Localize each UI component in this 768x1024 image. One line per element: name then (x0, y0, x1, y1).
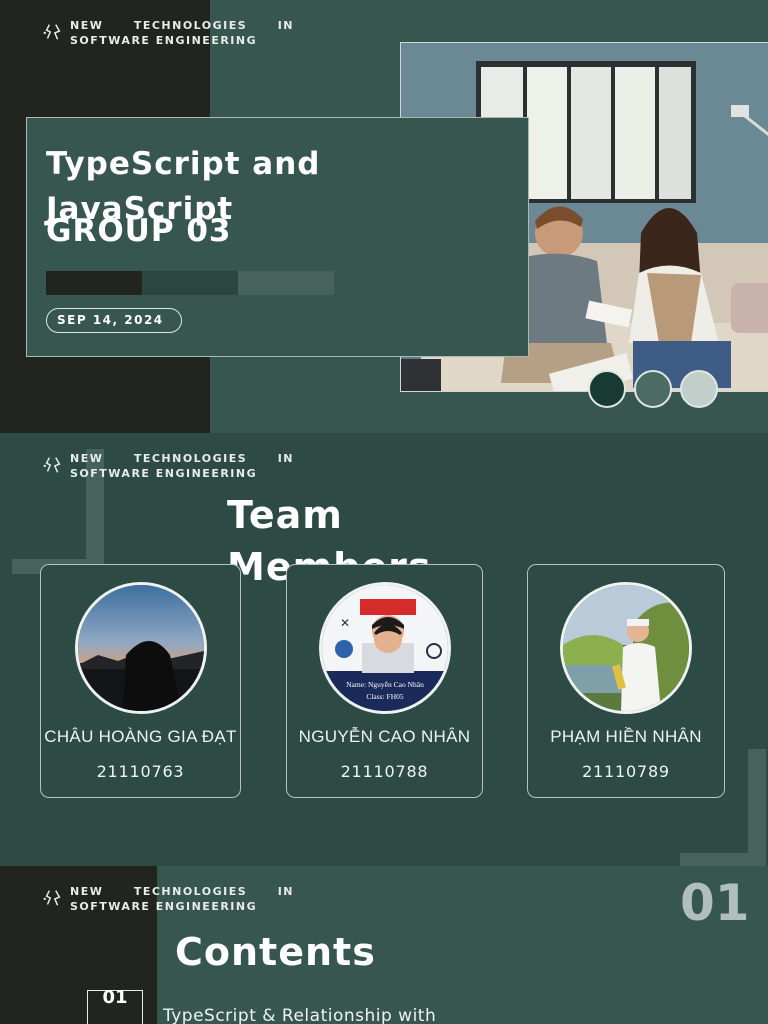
contents-item-text: TypeScript & Relationship with (163, 1006, 437, 1024)
accent-bar (238, 271, 334, 295)
accent-bars (46, 271, 334, 295)
member-card: PHẠM HIỀN NHÂN 21110789 (527, 564, 725, 798)
member-name: NGUYỄN CAO NHÂN (298, 727, 471, 746)
contents-item-number: 01 (87, 989, 143, 1024)
brand-logo-icon (43, 24, 61, 40)
brand-word-1: NEW (70, 452, 104, 465)
accent-bar (46, 271, 142, 295)
member-card: CHÂU HOÀNG GIA ĐẠT 21110763 (40, 564, 241, 798)
photo-caption-name: Name: Nguyễn Cao Nhân (346, 680, 424, 689)
member-id: 21110789 (582, 762, 670, 781)
swatch-dark (588, 370, 626, 408)
member-avatar (74, 582, 207, 714)
brand-word-1: NEW (70, 885, 104, 898)
member-name: PHẠM HIỀN NHÂN (550, 727, 702, 746)
swatch-light (680, 370, 718, 408)
page-number: 01 (680, 874, 750, 932)
member-card: ✕ Name: Nguyễn Cao Nhân Class: FH05 NGUY… (286, 564, 483, 798)
swatch-mid (634, 370, 672, 408)
brand-logo-icon (43, 457, 61, 473)
brand-word-3: IN (277, 452, 294, 465)
brand-line-2: SOFTWARE ENGINEERING (70, 900, 258, 913)
color-swatches (588, 370, 718, 408)
photo-caption-class: Class: FH05 (366, 692, 404, 701)
member-name: CHÂU HOÀNG GIA ĐẠT (44, 727, 237, 746)
svg-text:✕: ✕ (340, 616, 350, 630)
brand-word-1: NEW (70, 19, 104, 32)
brand-word-2: TECHNOLOGIES (133, 19, 248, 32)
brand-word-3: IN (277, 19, 294, 32)
brand-header: NEW TECHNOLOGIES IN SOFTWARE ENGINEERING (42, 884, 294, 914)
brand-line-2: SOFTWARE ENGINEERING (70, 34, 258, 47)
accent-bar (142, 271, 238, 295)
brand-line-2: SOFTWARE ENGINEERING (70, 467, 258, 480)
member-avatar: ✕ Name: Nguyễn Cao Nhân Class: FH05 (318, 582, 451, 714)
member-avatar (560, 582, 692, 714)
member-id: 21110763 (96, 762, 185, 781)
brand-logo-icon (43, 890, 61, 906)
member-id: 21110788 (340, 762, 429, 781)
contents-slide: NEW TECHNOLOGIES IN SOFTWARE ENGINEERING… (0, 866, 768, 1024)
brand-header: NEW TECHNOLOGIES IN SOFTWARE ENGINEERING (42, 451, 294, 481)
brand-word-2: TECHNOLOGIES (133, 452, 248, 465)
brand-header: NEW TECHNOLOGIES IN SOFTWARE ENGINEERING (42, 18, 294, 48)
brand-word-2: TECHNOLOGIES (133, 885, 248, 898)
team-slide: NEW TECHNOLOGIES IN SOFTWARE ENGINEERING… (0, 433, 768, 866)
title-card: TypeScript and JavaScript GROUP 03 SEP 1… (26, 117, 529, 357)
brand-word-3: IN (277, 885, 294, 898)
date-badge: SEP 14, 2024 (46, 308, 182, 333)
contents-title: Contents (175, 930, 376, 974)
group-name: GROUP 03 (46, 213, 232, 249)
title-slide: NEW TECHNOLOGIES IN SOFTWARE ENGINEERING (0, 0, 768, 433)
